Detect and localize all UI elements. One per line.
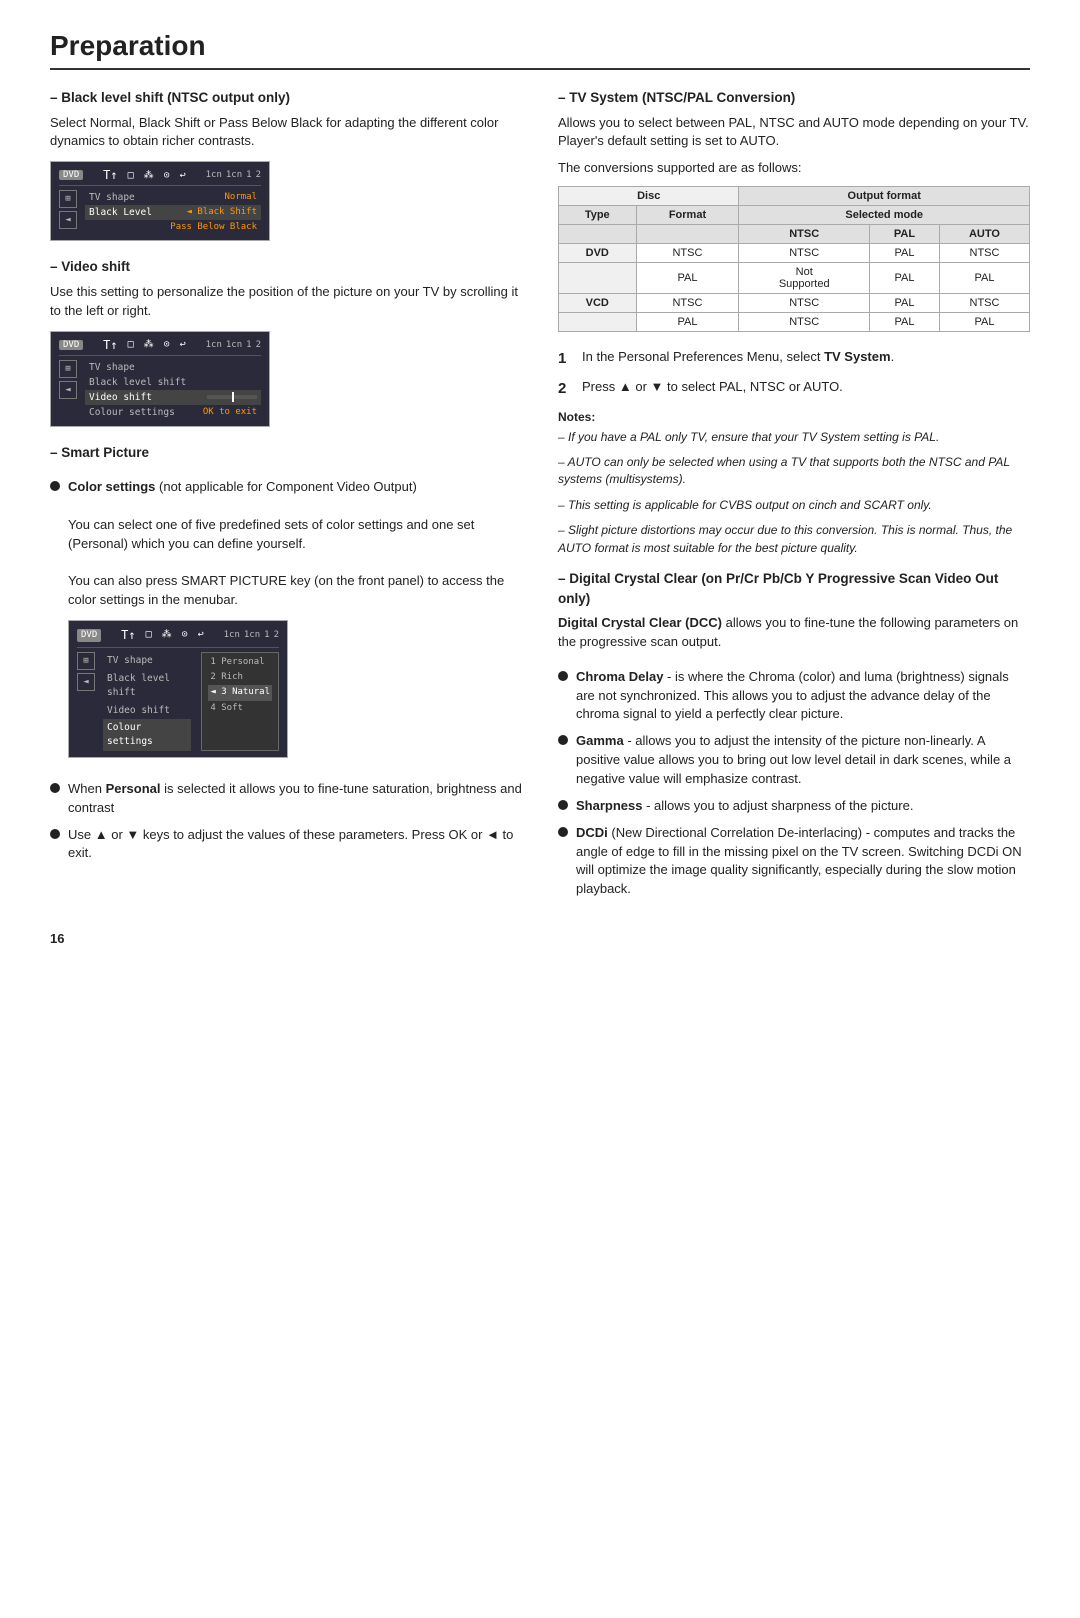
dcc-bullet-item: Chroma Delay - is where the Chroma (colo… — [558, 668, 1030, 725]
pal-col-header: PAL — [869, 225, 939, 244]
mr-tvshape2: TV shape — [85, 360, 261, 375]
tv-topbar-3: DVD T↑ □ ⁂ ⊙ ↩ 1cn 1cn 1 2 — [77, 627, 279, 648]
section-black-level: – Black level shift (NTSC output only) S… — [50, 88, 522, 241]
menu-area-2: ⊞ ◄ TV shape Black level shift Video shi… — [59, 360, 261, 420]
smart-picture-heading: – Smart Picture — [50, 443, 522, 463]
slider-row-2: 1cn 1cn 1 2 — [206, 340, 261, 350]
step2-text: Press ▲ or ▼ to select PAL, NTSC or AUTO… — [582, 378, 1030, 400]
settings-icon-1: ⊞ — [59, 190, 77, 208]
mr-colour2: Colour settings OK to exit — [85, 405, 261, 420]
table-row: DVD — [559, 244, 637, 263]
back-icon-1: ◄ — [59, 211, 77, 229]
step-2: 2 Press ▲ or ▼ to select PAL, NTSC or AU… — [558, 378, 1030, 400]
format-col-header: Format — [636, 206, 739, 225]
bullet-dot — [558, 800, 568, 810]
settings-icon-2: ⊞ — [59, 360, 77, 378]
note-item: – If you have a PAL only TV, ensure that… — [558, 429, 1030, 446]
ntsc-col-header: NTSC — [739, 225, 870, 244]
video-shift-heading: – Video shift — [50, 257, 522, 277]
dcc-bullet-item: DCDi (New Directional Correlation De-int… — [558, 824, 1030, 899]
topbar-icons-1: T↑ □ ⁂ ⊙ ↩ — [103, 168, 186, 182]
page-title: Preparation — [50, 30, 1030, 70]
tv-system-body2: The conversions supported are as follows… — [558, 159, 1030, 178]
auto-col-header: AUTO — [939, 225, 1029, 244]
section-dcc: – Digital Crystal Clear (on Pr/Cr Pb/Cb … — [558, 569, 1030, 652]
menu-rows-1: TV shape Normal Black Level ◄ Black Shif… — [85, 190, 261, 234]
section-smart-picture: – Smart Picture — [50, 443, 522, 463]
bullet-dot — [558, 671, 568, 681]
bullet-color-settings: Color settings (not applicable for Compo… — [50, 478, 522, 772]
tv-topbar-2: DVD T↑ □ ⁂ ⊙ ↩ 1cn 1cn 1 2 — [59, 338, 261, 356]
topbar-icons-2: T↑ □ ⁂ ⊙ ↩ — [103, 338, 186, 352]
slider-bar — [207, 395, 257, 399]
type-col-header: Type — [559, 206, 637, 225]
bullet-dot-1 — [50, 481, 60, 491]
video-shift-body: Use this setting to personalize the posi… — [50, 283, 522, 321]
dcc-bullet-item: Gamma - allows you to adjust the intensi… — [558, 732, 1030, 789]
dcc-intro: Digital Crystal Clear (DCC) allows you t… — [558, 614, 1030, 652]
colour-submenu: 1 Personal 2 Rich ◄ 3 Natural 4 Soft — [201, 652, 279, 751]
mr-blacklevel2: Black level shift — [85, 375, 261, 390]
tv-topbar-1: DVD T↑ □ ⁂ ⊙ ↩ 1cn 1cn 1 2 — [59, 168, 261, 186]
step-1: 1 In the Personal Preferences Menu, sele… — [558, 348, 1030, 370]
mr-videoshift2: Video shift — [85, 390, 261, 405]
left-column: – Black level shift (NTSC output only) S… — [50, 88, 522, 907]
section-video-shift: – Video shift Use this setting to person… — [50, 257, 522, 426]
bullet-text-color-settings: Color settings (not applicable for Compo… — [68, 478, 522, 772]
note-item: – AUTO can only be selected when using a… — [558, 454, 1030, 489]
bullet-dot — [558, 735, 568, 745]
dcc-bullets: Chroma Delay - is where the Chroma (colo… — [558, 668, 1030, 899]
black-level-body: Select Normal, Black Shift or Pass Below… — [50, 114, 522, 152]
bullet-keys: Use ▲ or ▼ keys to adjust the values of … — [50, 826, 522, 864]
tv-system-heading: – TV System (NTSC/PAL Conversion) — [558, 88, 1030, 108]
output-header: Output format — [739, 187, 1030, 206]
back-icon-2: ◄ — [59, 381, 77, 399]
selected-mode-header: Selected mode — [739, 206, 1030, 225]
dcc-heading: – Digital Crystal Clear (on Pr/Cr Pb/Cb … — [558, 569, 1030, 608]
table-row: VCD — [559, 294, 637, 313]
bullet-dot-3 — [50, 829, 60, 839]
slider-row-1: 1cn 1cn 1 2 — [206, 170, 261, 180]
page-number: 16 — [50, 931, 1030, 946]
bullet-dot-2 — [50, 783, 60, 793]
note-item: – Slight picture distortions may occur d… — [558, 522, 1030, 557]
disc-header: Disc — [559, 187, 739, 206]
tv-ui-colour-settings: DVD T↑ □ ⁂ ⊙ ↩ 1cn 1cn 1 2 — [68, 620, 288, 758]
step1-text: In the Personal Preferences Menu, select… — [582, 348, 1030, 370]
bullet-personal: When Personal is selected it allows you … — [50, 780, 522, 818]
tv-ui-black-level: DVD T↑ □ ⁂ ⊙ ↩ 1cn 1cn 1 2 — [50, 161, 270, 241]
bullet-dot — [558, 827, 568, 837]
dvd-label-3: DVD — [77, 629, 101, 642]
tv-ui-video-shift: DVD T↑ □ ⁂ ⊙ ↩ 1cn 1cn 1 2 — [50, 331, 270, 427]
menu-row-tvshape: TV shape Normal — [85, 190, 261, 205]
tv-system-body1: Allows you to select between PAL, NTSC a… — [558, 114, 1030, 152]
bullet-text-keys: Use ▲ or ▼ keys to adjust the values of … — [68, 826, 522, 864]
right-column: – TV System (NTSC/PAL Conversion) Allows… — [558, 88, 1030, 907]
section-tv-system: – TV System (NTSC/PAL Conversion) Allows… — [558, 88, 1030, 332]
table-row — [559, 263, 637, 294]
notes-block: Notes: – If you have a PAL only TV, ensu… — [558, 408, 1030, 557]
dcc-bullet-item: Sharpness - allows you to adjust sharpne… — [558, 797, 1030, 816]
menu-row-passbelow: Pass Below Black — [85, 220, 261, 234]
menu-area-1: ⊞ ◄ TV shape Normal Black Level ◄ Black … — [59, 190, 261, 234]
dvd-label-2: DVD — [59, 340, 83, 350]
bullet-text-personal: When Personal is selected it allows you … — [68, 780, 522, 818]
black-level-heading: – Black level shift (NTSC output only) — [50, 88, 522, 108]
slider-control — [207, 392, 257, 403]
note-item: – This setting is applicable for CVBS ou… — [558, 497, 1030, 514]
dvd-label-1: DVD — [59, 170, 83, 180]
menu-row-blacklevel: Black Level ◄ Black Shift — [85, 205, 261, 220]
menu-rows-2: TV shape Black level shift Video shift C… — [85, 360, 261, 420]
ntsc-pal-table: Disc Output format Type Format Selected … — [558, 186, 1030, 332]
table-row — [559, 313, 637, 332]
